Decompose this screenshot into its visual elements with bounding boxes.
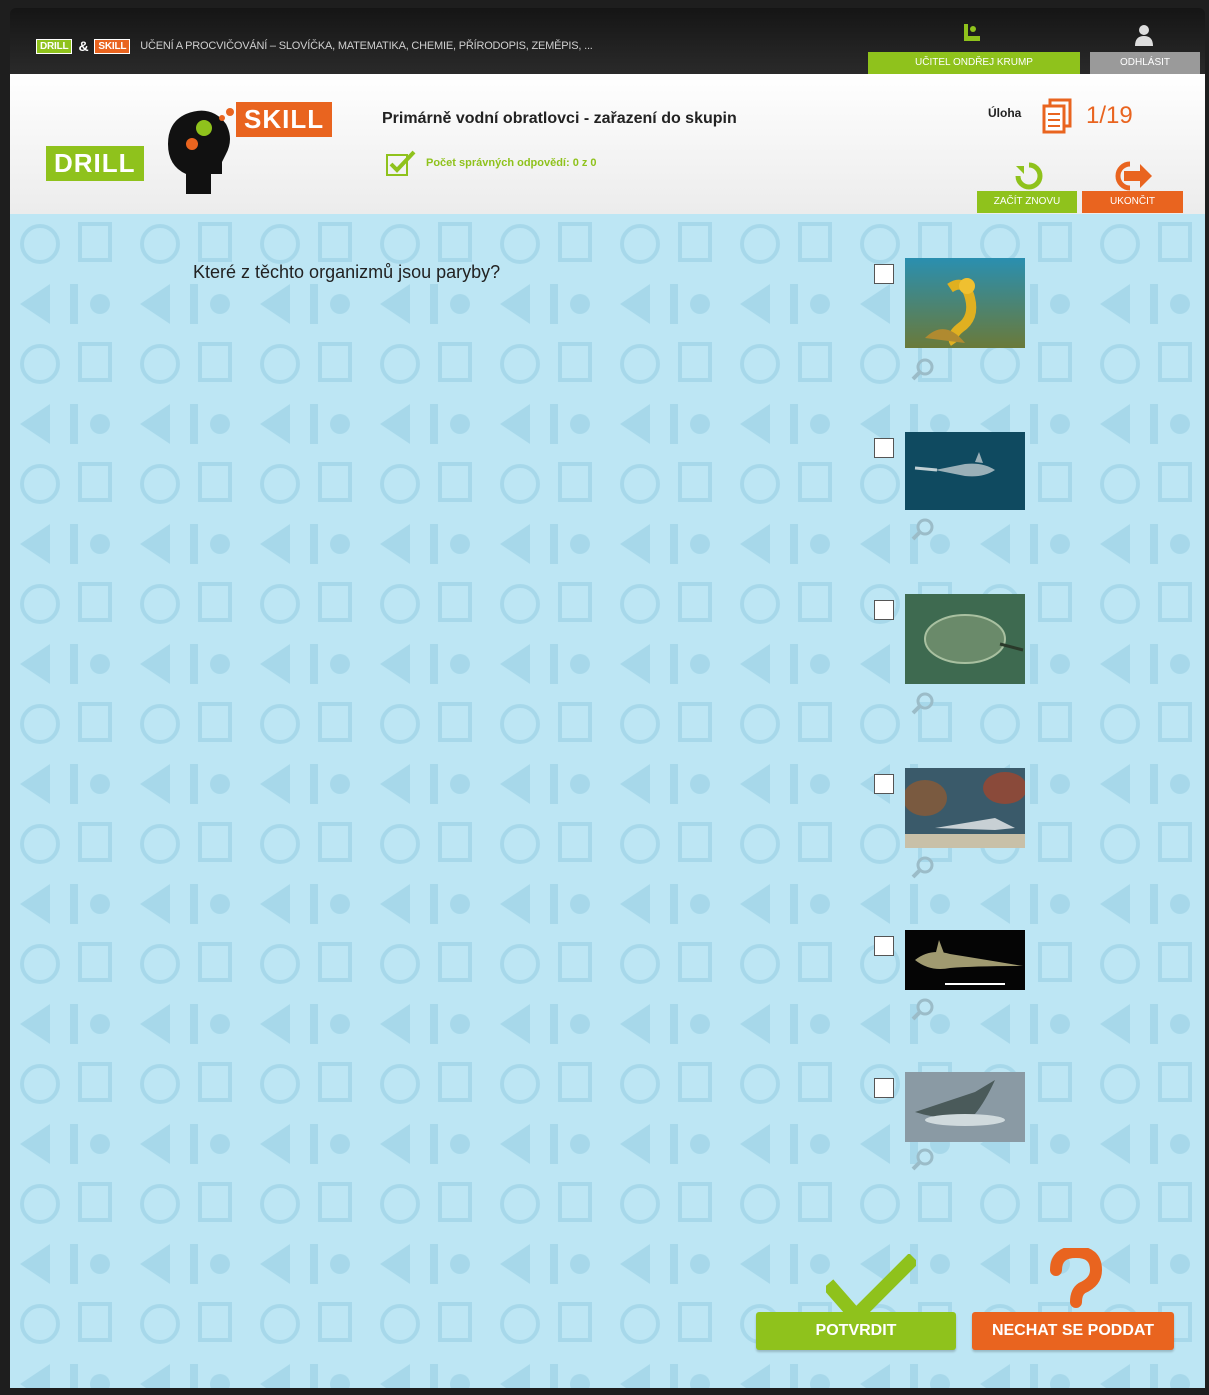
seahorse-photo[interactable] — [905, 258, 1025, 348]
task-label: Úloha — [988, 106, 1022, 120]
give-up-button[interactable]: NECHAT SE PODDAT — [972, 1312, 1174, 1350]
top-bar: DRILL & SKILL UČENÍ A PROCVIČOVÁNÍ – SLO… — [10, 8, 1205, 74]
pages-icon — [1042, 98, 1072, 134]
shark-surfacing-photo[interactable] — [905, 1072, 1025, 1142]
logo-drill-text: DRILL — [46, 146, 144, 181]
zoom-icon[interactable] — [910, 356, 936, 382]
zoom-icon[interactable] — [910, 996, 936, 1022]
brand-skill-tag: SKILL — [94, 38, 131, 54]
zoom-icon[interactable] — [910, 854, 936, 880]
task-title: Primárně vodní obratlovci - zařazení do … — [382, 110, 737, 127]
teacher-icon — [964, 24, 980, 41]
end-button[interactable]: UKONČIT — [1082, 191, 1183, 213]
question-text: Které z těchto organizmů jsou paryby? — [193, 262, 501, 282]
brand-drill-tag: DRILL — [36, 38, 73, 54]
user-tab[interactable]: UČITEL ONDŘEJ KRUMP — [868, 52, 1080, 74]
chimaera-photo[interactable] — [905, 930, 1025, 990]
user-icon — [1135, 25, 1153, 46]
restart-button[interactable]: ZAČÍT ZNOVU — [977, 191, 1077, 213]
zoom-icon[interactable] — [910, 516, 936, 542]
answer-checkbox[interactable] — [874, 264, 894, 284]
restart-icon — [1015, 162, 1043, 190]
head-gears-icon — [168, 108, 234, 194]
answer-checkbox[interactable] — [874, 438, 894, 458]
zoom-icon[interactable] — [910, 690, 936, 716]
logo-skill-text: SKILL — [236, 102, 333, 137]
confirm-button[interactable]: POTVRDIT — [756, 1312, 956, 1350]
answer-checkbox[interactable] — [874, 936, 894, 956]
correct-answers-row: Počet správných odpovědí: 0 z 0 — [386, 150, 597, 176]
brand-amp: & — [78, 38, 89, 54]
flatfish-photo[interactable] — [905, 594, 1025, 684]
answer-checkbox[interactable] — [874, 600, 894, 620]
shark-on-reef-photo[interactable] — [905, 768, 1025, 848]
correct-count: Počet správných odpovědí: 0 z 0 — [426, 157, 597, 169]
checkbox-check-icon — [386, 150, 416, 176]
zoom-icon[interactable] — [910, 1146, 936, 1172]
brand-tagline: UČENÍ A PROCVIČOVÁNÍ – SLOVÍČKA, MATEMAT… — [140, 40, 593, 52]
drill-skill-logo[interactable]: DRILL SKILL — [46, 94, 346, 194]
background-pattern — [10, 214, 1205, 1388]
answer-checkbox[interactable] — [874, 1078, 894, 1098]
header-panel: DRILL SKILL Primárně vodní obratlovci - … — [10, 74, 1205, 217]
brand-banner[interactable]: DRILL & SKILL UČENÍ A PROCVIČOVÁNÍ – SLO… — [36, 38, 593, 54]
task-counter: 1/19 — [1086, 102, 1133, 129]
sawfish-photo[interactable] — [905, 432, 1025, 510]
exit-icon — [1115, 161, 1152, 191]
answer-checkbox[interactable] — [874, 774, 894, 794]
logout-button[interactable]: ODHLÁSIT — [1090, 52, 1200, 74]
quiz-area: Které z těchto organizmů jsou paryby? PO… — [10, 214, 1205, 1388]
